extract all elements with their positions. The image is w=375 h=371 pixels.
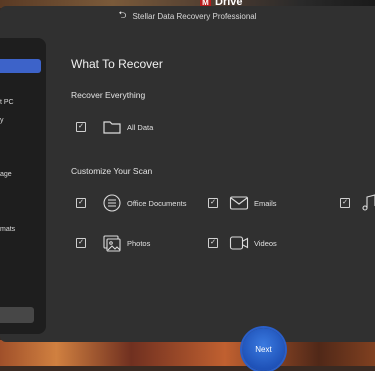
- envelope-icon: [229, 193, 249, 213]
- recover-everything-heading: Recover Everything: [71, 90, 146, 100]
- desktop-wallpaper-bottom: [0, 340, 375, 366]
- sidebar-item-1[interactable]: t PC: [0, 99, 14, 106]
- sidebar-item-2[interactable]: y: [0, 117, 4, 124]
- photos-icon: [102, 233, 122, 253]
- customize-scan-heading: Customize Your Scan: [71, 166, 153, 176]
- sidebar-item-3[interactable]: age: [0, 171, 12, 178]
- document-icon: [102, 193, 122, 213]
- audio-checkbox[interactable]: ✓: [340, 198, 350, 208]
- sidebar-bottom-button[interactable]: [0, 307, 34, 323]
- app-window: ⮌ Stellar Data Recovery Professional: [0, 6, 375, 342]
- music-note-icon: [359, 193, 375, 213]
- videos-label: Videos: [254, 238, 277, 248]
- next-button[interactable]: Next: [242, 328, 285, 371]
- folder-icon: [102, 117, 122, 137]
- option-emails[interactable]: ✓ Emails: [208, 193, 277, 213]
- sidebar: t PC y age mats: [0, 38, 46, 334]
- option-all-data[interactable]: ✓ All Data: [76, 117, 153, 137]
- office-documents-label: Office Documents: [127, 198, 187, 208]
- photos-checkbox[interactable]: ✓: [76, 238, 86, 248]
- window-title: Stellar Data Recovery Professional: [132, 11, 257, 21]
- option-videos[interactable]: ✓ Videos: [208, 233, 277, 253]
- office-documents-checkbox[interactable]: ✓: [76, 198, 86, 208]
- option-office-documents[interactable]: ✓ Office Documents: [76, 193, 186, 213]
- all-data-label: All Data: [127, 122, 154, 132]
- back-arrow-icon[interactable]: ⮌: [118, 8, 126, 25]
- title-bar: ⮌ Stellar Data Recovery Professional: [0, 6, 375, 26]
- option-photos[interactable]: ✓ Photos: [76, 233, 150, 253]
- sidebar-item-selected[interactable]: [0, 59, 41, 73]
- emails-checkbox[interactable]: ✓: [208, 198, 218, 208]
- emails-label: Emails: [254, 198, 277, 208]
- videos-checkbox[interactable]: ✓: [208, 238, 218, 248]
- video-camera-icon: [229, 233, 249, 253]
- sidebar-item-4[interactable]: mats: [0, 226, 15, 233]
- all-data-checkbox[interactable]: ✓: [76, 122, 86, 132]
- photos-label: Photos: [127, 238, 151, 248]
- option-audio[interactable]: ✓: [340, 193, 375, 213]
- page-title: What To Recover: [71, 57, 163, 71]
